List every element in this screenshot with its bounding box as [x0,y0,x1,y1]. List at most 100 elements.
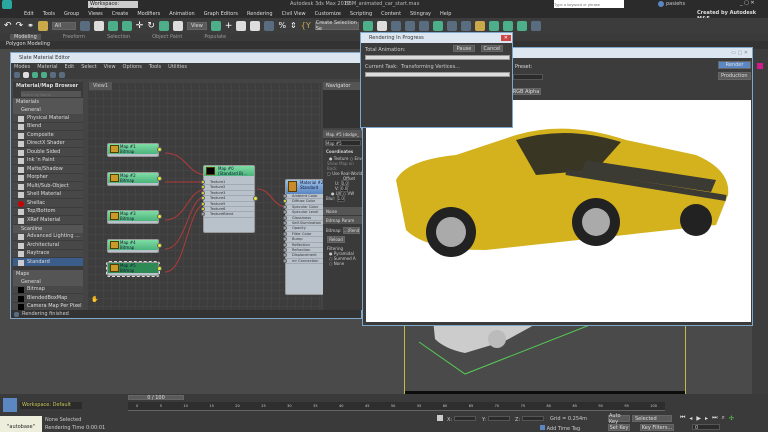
input-socket[interactable] [201,206,205,211]
select-manipulate-icon[interactable]: + [225,21,233,31]
select-object-icon[interactable] [79,20,90,31]
ribbon-tab-object-paint[interactable]: Object Paint [152,34,182,40]
orbit-icon[interactable]: ✣ [729,415,734,422]
browser-item[interactable]: Multi/Sub-Object [13,182,83,191]
bitmap-path-button[interactable]: ...\Rend [342,227,361,234]
key-filters-button[interactable]: Key Filters... [640,424,674,431]
undo-icon[interactable]: ↶ [4,21,12,31]
selection-lock-icon[interactable] [437,415,443,421]
input-socket[interactable] [283,210,287,215]
input-socket[interactable] [201,180,205,184]
workspace-dropdown[interactable]: Workspace: Default [88,1,138,13]
rect-selection-icon[interactable] [107,20,118,31]
input-socket[interactable] [201,196,205,201]
env-radio[interactable]: Env [354,156,361,161]
production-dropdown[interactable]: Production [718,72,751,80]
noise-rollout[interactable]: Noise [323,207,363,215]
menu-content[interactable]: Content [381,11,401,17]
render-button[interactable]: Render [718,61,751,69]
slate-menu-modes[interactable]: Modes [14,64,30,70]
browser-item[interactable]: Bitmap [13,285,83,294]
slate-menu-view[interactable]: View [104,64,116,70]
map-node[interactable]: Map #5 Bitmap [106,261,162,277]
percent-snap-icon[interactable]: % [278,21,286,30]
pivot-icon[interactable] [210,20,221,31]
menu-tools[interactable]: Tools [43,11,55,17]
slate-menu-utilities[interactable]: Utilities [168,64,187,70]
browser-item[interactable]: Camera Map Per Pixel [13,302,83,310]
reload-button[interactable]: Reload [327,236,345,243]
render-in-cloud-icon[interactable] [530,20,541,31]
input-socket[interactable] [283,204,287,209]
place-icon[interactable] [172,20,183,31]
scanline-group[interactable]: Scanline [13,224,83,233]
blend-node[interactable]: Map #0 (Standard B)... Texture1 Texture2 Te… [201,165,258,233]
preset-dropdown[interactable] [513,74,543,80]
coordinates-rollout[interactable]: Coordinates [323,149,363,154]
material-node[interactable]: Material #2 Standard Ambient Color Diffuse… [283,179,325,295]
z-field[interactable] [521,416,544,421]
input-socket[interactable] [283,253,287,258]
input-socket[interactable] [283,194,287,198]
menu-graph-editors[interactable]: Graph Editors [204,11,238,17]
x-field[interactable] [453,416,476,421]
search-input[interactable] [554,0,624,8]
vw-radio[interactable]: VW [347,191,354,196]
menu-stingray[interactable]: Stingray [410,11,431,17]
menu-views[interactable]: Views [88,11,102,17]
go-to-end-icon[interactable]: ⏭ [712,414,717,422]
color-swatch[interactable] [757,63,763,69]
map-node[interactable]: Map #4 Bitmap [107,239,162,253]
slate-menu-options[interactable]: Options [123,64,142,70]
input-socket[interactable] [201,190,205,195]
browser-item[interactable]: Composite [13,131,83,140]
ribbon-tab-modeling[interactable]: Modeling [10,34,41,40]
input-socket[interactable] [201,201,205,206]
channel-dropdown[interactable]: RGB Alpha [511,88,541,95]
menu-animation[interactable]: Animation [169,11,195,17]
node-view[interactable]: View1 Map #1 Bitmap Map #2 Bitmap Map #3 Bitm… [87,82,325,310]
input-socket[interactable] [283,247,287,252]
curve-editor-icon[interactable] [432,20,443,31]
cancel-button[interactable]: Cancel [481,45,503,52]
add-time-tag[interactable]: Add Time Tag [540,425,580,432]
output-socket[interactable] [157,176,162,181]
redo-icon[interactable]: ↷ [16,21,24,31]
edit-named-selection-icon[interactable]: {Y [301,21,311,30]
output-socket[interactable] [157,266,162,271]
render-setup-icon[interactable] [474,20,485,31]
browser-item[interactable]: Ink 'n Paint [13,156,83,165]
keyboard-shortcut-icon[interactable] [236,20,247,31]
ribbon-tab-freeform[interactable]: Freeform [63,34,85,40]
key-set-dropdown[interactable]: Selected [632,415,672,422]
map-node[interactable]: Map #1 Bitmap [107,143,162,157]
scale-icon[interactable] [158,20,169,31]
slate-menu-select[interactable]: Select [81,64,96,70]
user-name[interactable]: pasiehs [666,1,685,7]
input-socket[interactable] [283,231,287,236]
rendered-frame-window-icon[interactable] [488,20,499,31]
input-socket[interactable] [283,215,287,220]
pan-hand-icon[interactable]: ✋ [91,296,98,303]
pick-material-icon[interactable] [23,71,29,78]
ribbon-toggle-icon[interactable] [418,20,429,31]
browser-item[interactable]: Shellac [13,199,83,208]
render-production-icon[interactable] [502,20,513,31]
bind-spacewarp-icon[interactable] [37,20,48,31]
close-button[interactable]: ✕ [500,35,511,41]
input-slot[interactable]: TextureBlend [201,212,254,218]
menu-customize[interactable]: Customize [315,11,341,17]
mirror-icon[interactable] [362,20,373,31]
output-socket[interactable] [253,196,258,201]
schematic-view-icon[interactable] [446,20,457,31]
workspace-selector[interactable]: Workspace: Default [20,402,82,409]
general-group[interactable]: General [13,106,83,114]
pause-button[interactable]: Pause [453,45,475,52]
browser-item[interactable]: Standard [13,258,83,267]
scene-explorer-icon[interactable] [390,20,401,31]
browser-item[interactable]: Matte/Shadow [13,165,83,174]
menu-civil-view[interactable]: Civil View [282,11,306,17]
menu-group[interactable]: Group [64,11,79,17]
browser-item[interactable]: Advanced Lighting ... [13,232,83,241]
material-editor-icon[interactable] [460,20,471,31]
